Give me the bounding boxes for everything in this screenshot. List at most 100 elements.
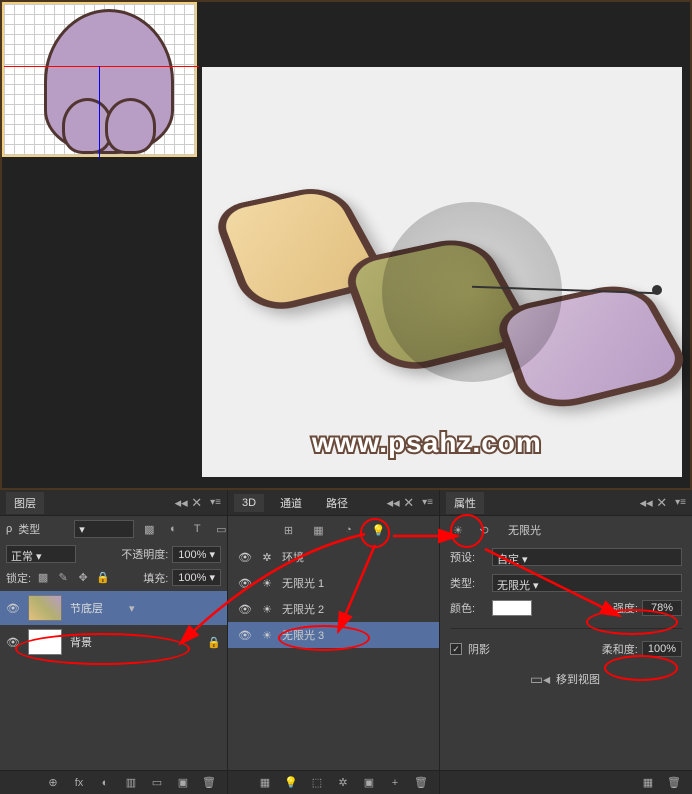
color-swatch[interactable] bbox=[492, 600, 532, 616]
3d-item-light-3[interactable]: 👁 ☀ 无限光 3 bbox=[228, 622, 439, 648]
light-icon: ☀ bbox=[260, 603, 274, 616]
filter-mesh-icon[interactable]: ▦ bbox=[311, 522, 327, 538]
softness-value[interactable]: 100% bbox=[642, 641, 682, 657]
fill-label: 填充: bbox=[143, 570, 168, 586]
layers-footer: ⊕ fx ◐ ▥ ▭ ▣ 🗑 bbox=[0, 770, 227, 794]
light-gizmo-handle[interactable] bbox=[652, 285, 662, 295]
adjust-icon[interactable]: ▥ bbox=[123, 775, 139, 791]
mask-icon[interactable]: ◐ bbox=[97, 775, 113, 791]
shadow-checkbox[interactable]: ✓ bbox=[450, 643, 462, 655]
type-select[interactable]: 无限光 bbox=[492, 574, 682, 592]
lock-position-icon[interactable]: ✥ bbox=[75, 570, 91, 586]
canvas-area: www.psahz.com bbox=[0, 0, 692, 490]
trash-icon[interactable]: 🗑 bbox=[666, 775, 682, 791]
thumbnail-preview[interactable] bbox=[2, 2, 197, 157]
new-mesh-icon[interactable]: ▣ bbox=[361, 775, 377, 791]
filter-lights-icon[interactable]: 💡 bbox=[371, 522, 387, 538]
filter-type-icon[interactable]: T bbox=[188, 521, 206, 537]
3d-filter-toolbar: ⊞ ▦ ◔ 💡 bbox=[228, 516, 439, 544]
layers-panel: 图层 ◂◂ ✕ ▾≡ ρ 类型 ▩ ◐ T ▭ ◫ 正常 不透明度: 100% bbox=[0, 490, 228, 794]
env-icon[interactable]: ✲ bbox=[335, 775, 351, 791]
layer-name[interactable]: 节底层 bbox=[70, 600, 103, 616]
tab-properties[interactable]: 属性 bbox=[446, 492, 484, 514]
visibility-icon[interactable]: 👁 bbox=[238, 629, 252, 642]
3d-item-light-2[interactable]: 👁 ☀ 无限光 2 bbox=[228, 596, 439, 622]
environment-icon: ✲ bbox=[260, 551, 274, 564]
filter-material-icon[interactable]: ◔ bbox=[341, 522, 357, 538]
panel-menu-icon[interactable]: ▾≡ bbox=[210, 497, 221, 508]
visibility-icon[interactable]: 👁 bbox=[238, 577, 252, 590]
visibility-icon[interactable]: 👁 bbox=[238, 551, 252, 564]
tab-channels[interactable]: 通道 bbox=[272, 492, 310, 514]
props-body: 预设: 自定 类型: 无限光 颜色: 强度: 78% ✓ 阴影 柔和度: bbox=[440, 544, 692, 697]
color-intensity-row: 颜色: 强度: 78% bbox=[450, 600, 682, 616]
panel-collapse-icon[interactable]: ◂◂ ✕ bbox=[175, 495, 203, 511]
thumbnail-shape bbox=[44, 9, 174, 154]
layer-item-background[interactable]: 👁 背景 🔒 bbox=[0, 625, 227, 659]
fill-value[interactable]: 100% bbox=[172, 569, 221, 586]
move-view-icon[interactable]: ▭◂ bbox=[532, 671, 548, 687]
panel-menu-icon[interactable]: ▾≡ bbox=[422, 497, 433, 508]
panel-collapse-icon[interactable]: ◂◂ ✕ bbox=[387, 495, 415, 511]
lock-transparent-icon[interactable]: ▩ bbox=[35, 570, 51, 586]
group-icon[interactable]: ▭ bbox=[149, 775, 165, 791]
panel-collapse-icon[interactable]: ◂◂ ✕ bbox=[640, 495, 668, 511]
link-icon[interactable]: ⊕ bbox=[45, 775, 61, 791]
layer-thumb bbox=[28, 629, 62, 655]
panels-area: 图层 ◂◂ ✕ ▾≡ ρ 类型 ▩ ◐ T ▭ ◫ 正常 不透明度: 100% bbox=[0, 490, 692, 794]
panel-menu-icon[interactable]: ▾≡ bbox=[675, 497, 686, 508]
softness-label: 柔和度: bbox=[602, 641, 638, 657]
filter-scene-icon[interactable]: ⊞ bbox=[281, 522, 297, 538]
tab-paths[interactable]: 路径 bbox=[318, 492, 356, 514]
blend-mode-select[interactable]: 正常 bbox=[6, 545, 76, 563]
props-toolbar: ☀ ⟲ 无限光 bbox=[440, 516, 692, 544]
move-to-view-row: ▭◂ 移到视图 bbox=[450, 665, 682, 693]
lock-image-icon[interactable]: ✎ bbox=[55, 570, 71, 586]
type-select[interactable] bbox=[74, 520, 134, 538]
tab-layers[interactable]: 图层 bbox=[6, 492, 44, 514]
add-icon[interactable]: + bbox=[387, 775, 403, 791]
filter-adjust-icon[interactable]: ◐ bbox=[164, 521, 182, 537]
props-panel-header: 属性 ◂◂ ✕ ▾≡ bbox=[440, 490, 692, 516]
visibility-icon[interactable]: 👁 bbox=[238, 603, 252, 616]
main-canvas[interactable]: www.psahz.com bbox=[202, 67, 682, 477]
move-view-label[interactable]: 移到视图 bbox=[556, 671, 600, 687]
lock-icon[interactable]: 🔒 bbox=[207, 636, 221, 649]
3d-footer: ▦ 💡 ⬚ ✲ ▣ + 🗑 bbox=[228, 770, 439, 794]
props-footer: ▦ 🗑 bbox=[440, 770, 692, 794]
lock-fill-row: 锁定: ▩ ✎ ✥ 🔒 填充: 100% bbox=[0, 566, 227, 589]
visibility-icon[interactable]: 👁 bbox=[6, 602, 20, 615]
filter-kind-icon[interactable]: ρ bbox=[6, 523, 12, 535]
opacity-value[interactable]: 100% bbox=[172, 546, 221, 563]
type-label: 类型: bbox=[450, 575, 486, 591]
lock-all-icon[interactable]: 🔒 bbox=[95, 570, 111, 586]
chevron-down-icon[interactable]: ▾ bbox=[129, 602, 135, 615]
color-label: 颜色: bbox=[450, 600, 486, 616]
filter-pixel-icon[interactable]: ▩ bbox=[140, 521, 158, 537]
guide-vertical bbox=[99, 66, 100, 159]
ground-icon[interactable]: ⬚ bbox=[309, 775, 325, 791]
coords-props-icon[interactable]: ⟲ bbox=[476, 522, 492, 538]
light-props-icon[interactable]: ☀ bbox=[450, 522, 466, 538]
tab-3d[interactable]: 3D bbox=[234, 494, 264, 512]
light-icon: ☀ bbox=[260, 577, 274, 590]
light-gizmo[interactable] bbox=[382, 202, 562, 382]
3d-item-environment[interactable]: 👁 ✲ 环境 bbox=[228, 544, 439, 570]
render-icon[interactable]: ▦ bbox=[640, 775, 656, 791]
trash-icon[interactable]: 🗑 bbox=[201, 775, 217, 791]
new-light-icon[interactable]: 💡 bbox=[283, 775, 299, 791]
3d-item-label: 环境 bbox=[282, 549, 304, 565]
new-layer-icon[interactable]: ▣ bbox=[175, 775, 191, 791]
preset-select[interactable]: 自定 bbox=[492, 548, 682, 566]
layer-item-selected[interactable]: 👁 节底层 ▾ bbox=[0, 591, 227, 625]
layers-panel-header: 图层 ◂◂ ✕ ▾≡ bbox=[0, 490, 227, 516]
3d-item-light-1[interactable]: 👁 ☀ 无限光 1 bbox=[228, 570, 439, 596]
intensity-value[interactable]: 78% bbox=[642, 600, 682, 616]
fx-icon[interactable]: fx bbox=[71, 775, 87, 791]
visibility-icon[interactable]: 👁 bbox=[6, 636, 20, 649]
render-icon[interactable]: ▦ bbox=[257, 775, 273, 791]
trash-icon[interactable]: 🗑 bbox=[413, 775, 429, 791]
properties-panel: 属性 ◂◂ ✕ ▾≡ ☀ ⟲ 无限光 预设: 自定 类型: 无限光 颜色: 强度… bbox=[440, 490, 692, 794]
type-row: 类型: 无限光 bbox=[450, 574, 682, 592]
layer-name[interactable]: 背景 bbox=[70, 634, 92, 650]
